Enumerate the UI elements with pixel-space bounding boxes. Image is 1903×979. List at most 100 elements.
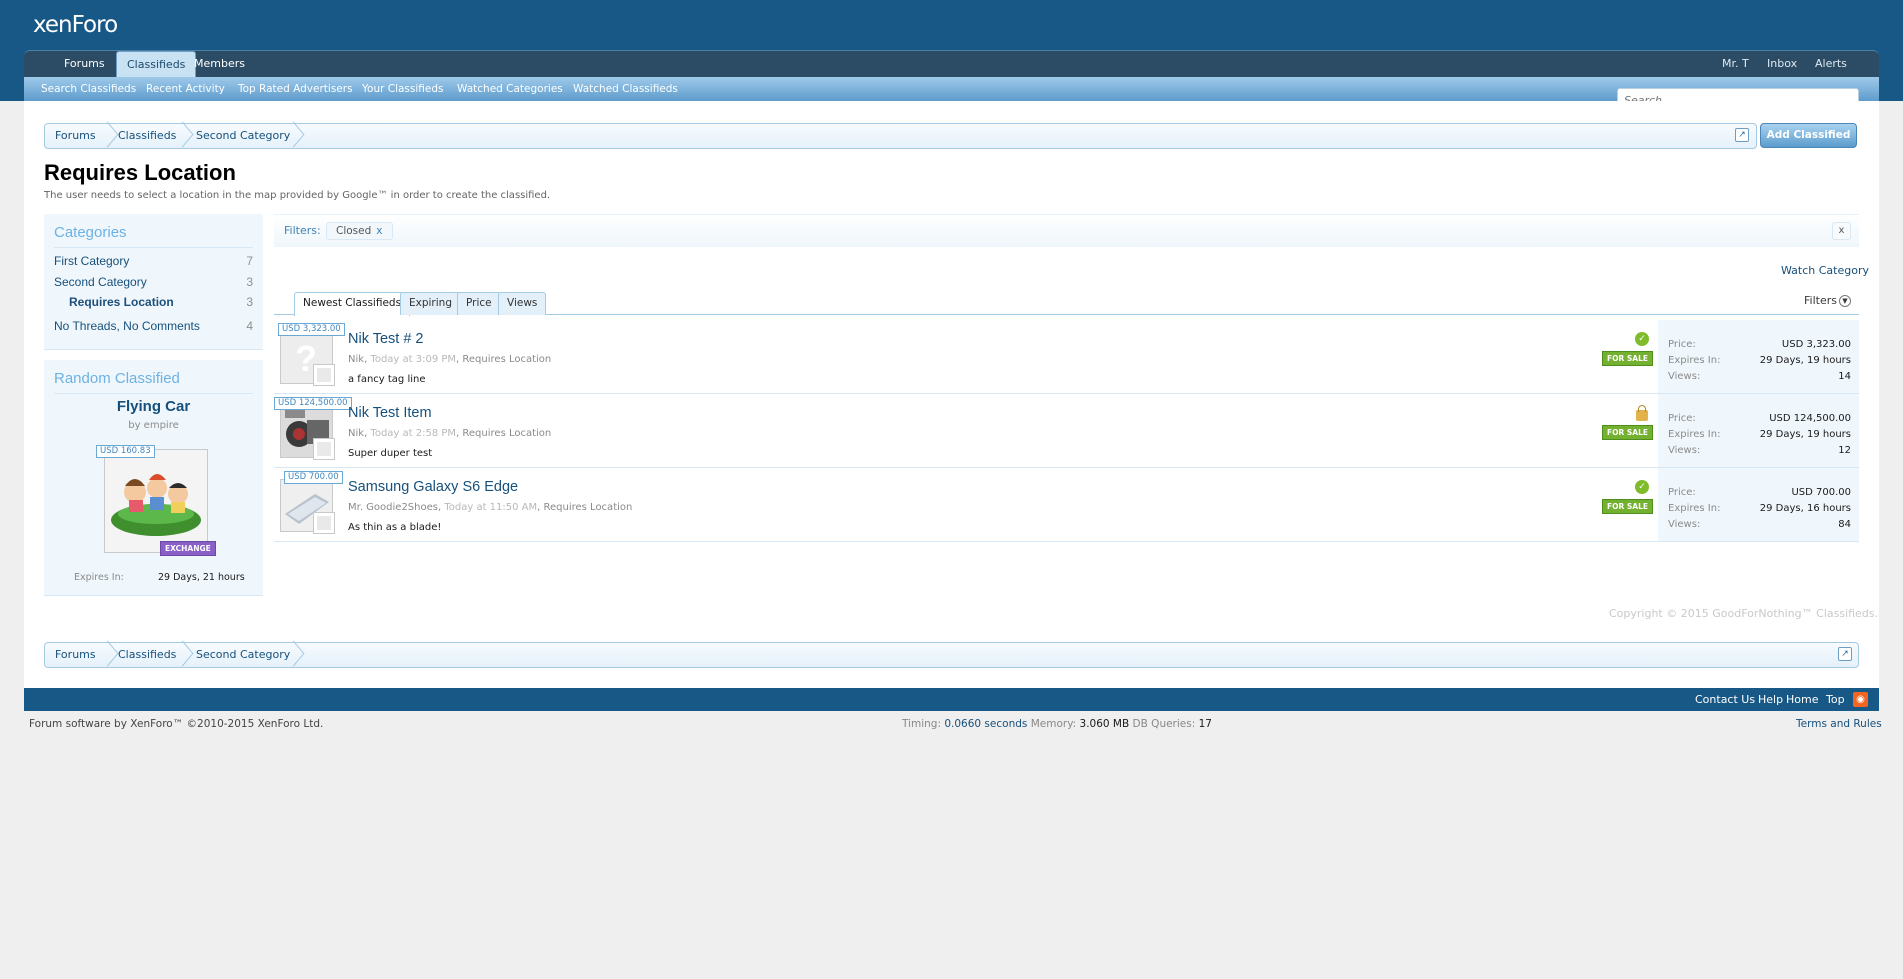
classified-time: Today at 2:58 PM (370, 428, 457, 439)
nav-inbox[interactable]: Inbox (1767, 51, 1797, 78)
price-stat: Price: USD 3,323.00 (1668, 339, 1851, 350)
classified-stats: Price: USD 124,500.00 Expires In: 29 Days,… (1658, 394, 1859, 467)
classified-title[interactable]: Samsung Galaxy S6 Edge (348, 479, 518, 495)
divider (54, 393, 253, 394)
classified-row[interactable]: ? USD 3,323.00 Nik Test # 2 Nik, Today a… (274, 320, 1859, 394)
expires-stat: Expires In: 29 Days, 16 hours (1668, 503, 1851, 514)
tab-newest-classifieds[interactable]: Newest Classifieds (294, 292, 411, 316)
classified-time: Today at 3:09 PM (370, 354, 457, 365)
filters-label: Filters: (284, 224, 321, 237)
footer-contact-us[interactable]: Contact Us (1695, 688, 1755, 711)
tab-views[interactable]: Views (498, 292, 547, 315)
filter-chip-closed[interactable]: Closed x (326, 222, 393, 240)
footer-help[interactable]: Help (1758, 688, 1783, 711)
subnav-watched-classifieds[interactable]: Watched Classifieds (573, 77, 678, 101)
author-link[interactable]: Nik (348, 428, 364, 439)
nav-alerts[interactable]: Alerts (1815, 51, 1847, 78)
subnav-recent-activity[interactable]: Recent Activity (146, 77, 225, 101)
page-title: Requires Location (44, 160, 236, 185)
expires-stat: Expires In: 29 Days, 19 hours (1668, 355, 1851, 366)
for-sale-badge: FOR SALE (1602, 499, 1653, 514)
terms-and-rules-link[interactable]: Terms and Rules (1796, 718, 1882, 730)
classified-thumbnail[interactable]: ? (280, 331, 335, 386)
author-link[interactable]: Nik (348, 354, 364, 365)
breadcrumb-separator (291, 124, 303, 148)
classified-meta: Nik, Today at 2:58 PM, Requires Location (348, 428, 552, 439)
price-stat: Price: USD 124,500.00 (1668, 413, 1851, 424)
author-link[interactable]: Mr. Goodie2Shoes (348, 502, 438, 513)
classified-title[interactable]: Nik Test # 2 (348, 331, 424, 347)
category-first[interactable]: First Category 7 (54, 254, 253, 268)
breadcrumb-bottom: Forums Classifieds Second Category ↗ (44, 642, 1859, 668)
subnav-search-classifieds[interactable]: Search Classifieds (41, 77, 136, 101)
classified-stats: Price: USD 700.00 Expires In: 29 Days, 16 … (1658, 468, 1859, 541)
category-second[interactable]: Second Category 3 (54, 275, 253, 289)
breadcrumb-second-category[interactable]: Second Category (196, 124, 290, 148)
footer-top[interactable]: Top (1826, 688, 1845, 711)
random-classified-title[interactable]: Flying Car (44, 398, 263, 415)
jump-to-page-icon[interactable]: ↗ (1838, 647, 1852, 661)
footer-home[interactable]: Home (1786, 688, 1818, 711)
random-classified-image[interactable] (104, 449, 208, 553)
classified-row[interactable]: USD 124,500.00 Nik Test Item Nik, Today … (274, 394, 1859, 468)
category-link[interactable]: Requires Location (462, 428, 551, 439)
classified-tagline: a fancy tag line (348, 374, 426, 385)
random-classified-heading: Random Classified (54, 370, 180, 387)
views-stat: Views: 84 (1668, 519, 1851, 530)
breadcrumb-second-category[interactable]: Second Category (196, 643, 290, 667)
site-logo[interactable]: xenForo (33, 12, 118, 38)
tab-expiring[interactable]: Expiring (400, 292, 461, 315)
breadcrumb-forums[interactable]: Forums (55, 643, 96, 667)
tab-price[interactable]: Price (457, 292, 501, 315)
random-classified-price: USD 160.83 (96, 445, 155, 458)
classified-row[interactable]: USD 700.00 Samsung Galaxy S6 Edge Mr. Go… (274, 468, 1859, 542)
nav-tab-forums[interactable]: Forums (54, 51, 115, 78)
classified-price-tag: USD 3,323.00 (278, 323, 345, 336)
clear-filters-button[interactable]: x (1832, 222, 1851, 240)
classified-tagline: As thin as a blade! (348, 522, 442, 533)
filters-dropdown[interactable]: Filters ▼ (1804, 294, 1851, 307)
categories-sidebar: Categories First Category 7 Second Catego… (44, 214, 263, 350)
breadcrumb-separator (180, 124, 192, 148)
author-avatar[interactable] (313, 512, 335, 534)
breadcrumb-separator (105, 124, 117, 148)
chevron-down-icon: ▼ (1838, 295, 1851, 307)
breadcrumb-forums[interactable]: Forums (55, 124, 96, 148)
watch-category-link[interactable]: Watch Category (1781, 264, 1869, 277)
category-link[interactable]: Requires Location (544, 502, 633, 513)
divider (54, 247, 253, 248)
jump-to-page-icon[interactable]: ↗ (1735, 128, 1749, 142)
category-no-threads[interactable]: No Threads, No Comments 4 (54, 319, 253, 333)
expires-stat: Expires In: 29 Days, 19 hours (1668, 429, 1851, 440)
breadcrumb-separator (291, 643, 303, 667)
page-description: The user needs to select a location in t… (44, 190, 551, 201)
author-avatar[interactable] (313, 438, 335, 460)
lock-icon (1636, 405, 1648, 421)
author-avatar[interactable] (313, 364, 335, 386)
breadcrumb-separator (180, 643, 192, 667)
remove-filter-icon[interactable]: x (376, 225, 382, 237)
category-requires-location[interactable]: Requires Location 3 (69, 295, 253, 309)
nav-tab-members[interactable]: Members (184, 51, 255, 78)
classified-stats: Price: USD 3,323.00 Expires In: 29 Days, 1… (1658, 320, 1859, 393)
classified-price-tag: USD 124,500.00 (274, 397, 352, 410)
random-classified-sidebar: Random Classified Flying Car by empire U… (44, 360, 263, 596)
categories-heading: Categories (54, 224, 127, 241)
subnav-your-classifieds[interactable]: Your Classifieds (362, 77, 444, 101)
add-classified-button[interactable]: Add Classified (1760, 123, 1857, 148)
breadcrumb-classifieds[interactable]: Classifieds (118, 124, 176, 148)
classified-title[interactable]: Nik Test Item (348, 405, 432, 421)
subnav-watched-categories[interactable]: Watched Categories (457, 77, 563, 101)
flying-car-image (105, 450, 207, 552)
rss-icon[interactable]: ◉ (1853, 692, 1868, 707)
subnav-top-rated-advertisers[interactable]: Top Rated Advertisers (238, 77, 353, 101)
breadcrumb: Forums Classifieds Second Category ↗ (44, 123, 1757, 149)
classified-thumbnail[interactable] (280, 479, 335, 534)
filters-bar: Filters: Closed x x (274, 214, 1859, 247)
nav-account-menu[interactable]: Mr. T (1722, 51, 1749, 78)
site-footer: Contact Us Help Home Top ◉ (24, 688, 1879, 711)
classified-thumbnail[interactable] (280, 405, 335, 460)
exchange-badge: EXCHANGE (160, 541, 216, 556)
category-link[interactable]: Requires Location (462, 354, 551, 365)
breadcrumb-classifieds[interactable]: Classifieds (118, 643, 176, 667)
